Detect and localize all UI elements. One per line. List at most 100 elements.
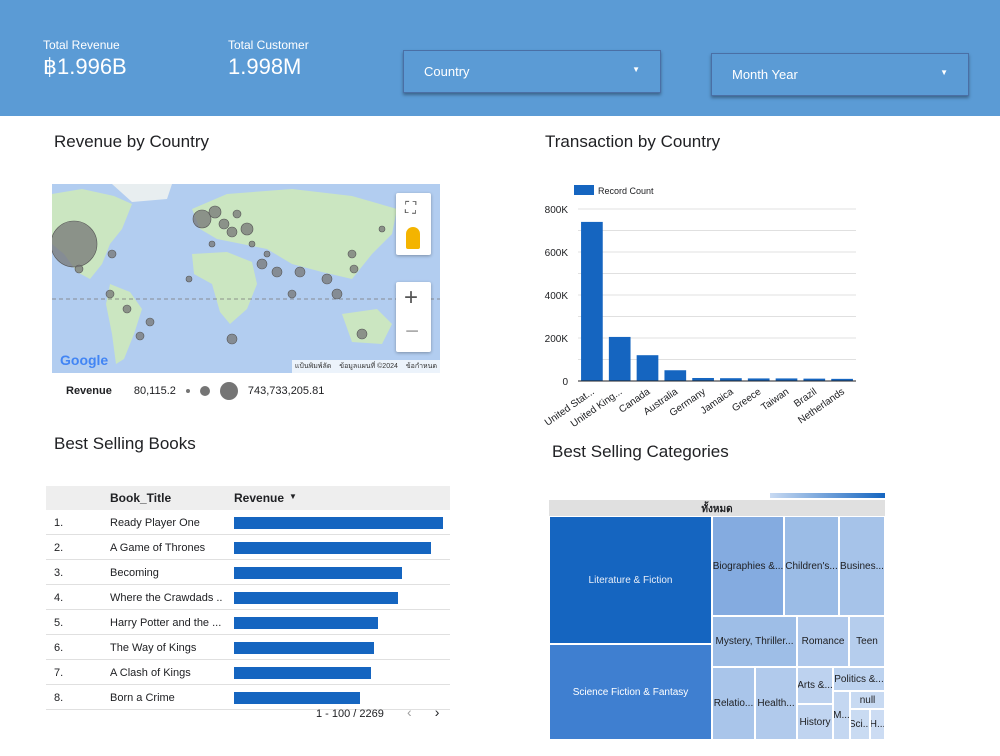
- book-title-cell: Born a Crime: [110, 692, 175, 704]
- revenue-bar: [234, 642, 375, 654]
- legend-swatch: [574, 185, 594, 195]
- zoom-in-icon[interactable]: +: [404, 284, 418, 312]
- table-row[interactable]: 2. A Game of Thrones: [46, 535, 450, 560]
- revenue-by-country-title: Revenue by Country: [54, 132, 209, 151]
- revenue-bar: [234, 567, 402, 579]
- kpi-total-revenue: Total Revenue ฿1.996B: [43, 38, 127, 80]
- treemap-cell[interactable]: Romance: [797, 616, 849, 667]
- row-rank: 4.: [54, 592, 64, 604]
- legend-min: 80,115.2: [133, 385, 176, 397]
- revenue-bar: [234, 592, 398, 604]
- map-fullscreen-streetview-controls[interactable]: ⛶: [396, 193, 431, 255]
- sort-desc-icon[interactable]: ▼: [289, 492, 297, 501]
- map-zoom-controls[interactable]: + −: [396, 282, 431, 352]
- row-rank: 5.: [54, 617, 64, 629]
- bar: [664, 370, 687, 381]
- caret-down-icon: ▼: [940, 68, 948, 77]
- treemap-cell[interactable]: Biographies &...: [712, 516, 784, 616]
- treemap-cell[interactable]: Mystery, Thriller...: [712, 616, 797, 667]
- caret-down-icon: ▼: [632, 65, 640, 74]
- zoom-out-icon[interactable]: −: [405, 318, 419, 346]
- book-title-cell: The Way of Kings: [110, 642, 197, 654]
- legend-mid-dot-icon: [199, 386, 210, 396]
- kpi-label: Total Customer: [228, 38, 309, 52]
- revenue-bar: [234, 692, 361, 704]
- column-header-book-title[interactable]: Book_Title: [110, 491, 171, 505]
- google-logo: Google: [60, 352, 109, 368]
- best-selling-books-title: Best Selling Books: [54, 434, 196, 453]
- treemap-cell[interactable]: Busines...: [839, 516, 885, 616]
- legend-label: Revenue: [66, 385, 112, 397]
- treemap-cell[interactable]: Teen: [849, 616, 885, 667]
- pegman-icon[interactable]: [406, 227, 420, 249]
- revenue-bar: [234, 542, 432, 554]
- prev-page-icon[interactable]: ‹: [407, 704, 412, 720]
- treemap-cell[interactable]: Relatio...: [712, 667, 755, 740]
- country-filter-dropdown[interactable]: Country ▼: [403, 50, 661, 93]
- transaction-bar-chart: 0200K400K600K800KRecord CountUnited Stat…: [543, 185, 856, 430]
- treemap-cell[interactable]: Children's...: [784, 516, 839, 616]
- legend-small-dot-icon: [185, 389, 190, 393]
- book-title-cell: A Game of Thrones: [110, 542, 206, 554]
- dashboard-header: Total Revenue ฿1.996B Total Customer 1.9…: [0, 0, 1000, 116]
- legend-label: Record Count: [598, 186, 654, 196]
- book-title-cell: Where the Crawdads ...: [110, 592, 222, 604]
- dropdown-label: Month Year: [732, 67, 798, 82]
- treemap-cell[interactable]: M...: [833, 691, 850, 740]
- keyboard-shortcuts-link[interactable]: แป้นพิมพ์ลัด: [295, 361, 331, 372]
- map-legend: Revenue 80,115.2 743,733,205.81: [66, 382, 324, 400]
- table-row[interactable]: 4. Where the Crawdads ...: [46, 585, 450, 610]
- revenue-bar: [234, 517, 443, 529]
- table-row[interactable]: 6. The Way of Kings: [46, 635, 450, 660]
- column-header-revenue[interactable]: Revenue: [234, 491, 284, 505]
- map-attribution: แป้นพิมพ์ลัด ข้อมูลแผนที่ ©2024 ข้อกำหนด: [291, 360, 440, 373]
- bar: [636, 355, 659, 381]
- table-row[interactable]: 3. Becoming: [46, 560, 450, 585]
- bar: [581, 221, 603, 381]
- fullscreen-icon[interactable]: ⛶: [405, 200, 416, 218]
- x-tick-label: Taiwan: [759, 386, 791, 413]
- y-tick-label: 0: [562, 377, 568, 388]
- next-page-icon[interactable]: ›: [435, 704, 440, 720]
- treemap-cell[interactable]: Science Fiction & Fantasy: [549, 644, 712, 740]
- legend-max: 743,733,205.81: [247, 385, 325, 397]
- row-rank: 8.: [54, 692, 64, 704]
- treemap-cell[interactable]: Politics &...: [833, 667, 885, 691]
- row-rank: 3.: [54, 567, 64, 579]
- treemap-cell[interactable]: Sci...: [850, 709, 870, 740]
- row-rank: 2.: [54, 542, 64, 554]
- book-title-cell: Ready Player One: [110, 517, 200, 529]
- legend-large-dot-icon: [219, 382, 238, 400]
- categories-treemap[interactable]: ทั้งหมด Literature & Fiction Science Fict…: [549, 500, 885, 740]
- dropdown-label: Country: [424, 64, 470, 79]
- treemap-cell[interactable]: Literature & Fiction: [549, 516, 712, 644]
- transaction-by-country-title: Transaction by Country: [545, 132, 721, 151]
- table-header: Book_Title Revenue ▼: [46, 486, 450, 510]
- y-tick-label: 600K: [545, 248, 569, 259]
- treemap-cell[interactable]: H...: [870, 709, 885, 740]
- treemap-cell[interactable]: History: [797, 704, 833, 740]
- revenue-geo-map[interactable]: ⛶ + − Google แป้นพิมพ์ลัด ข้อมูลแผนที่ ©…: [52, 184, 440, 373]
- books-table: Book_Title Revenue ▼ 1. Ready Player One 2…: [46, 486, 450, 710]
- world-map: [52, 184, 440, 364]
- treemap-cell[interactable]: null: [850, 691, 885, 709]
- table-row[interactable]: 5. Harry Potter and the ...: [46, 610, 450, 635]
- x-tick-label: Greece: [730, 386, 764, 414]
- kpi-value: ฿1.996B: [43, 54, 127, 79]
- row-rank: 6.: [54, 642, 64, 654]
- table-row[interactable]: 1. Ready Player One: [46, 510, 450, 535]
- table-body: 1. Ready Player One 2. A Game of Thrones 3. B…: [46, 510, 450, 710]
- y-tick-label: 400K: [545, 291, 569, 302]
- month-year-filter-dropdown[interactable]: Month Year ▼: [711, 53, 969, 96]
- row-rank: 1.: [54, 517, 64, 529]
- treemap-color-scale: [770, 493, 885, 498]
- best-selling-categories-title: Best Selling Categories: [552, 442, 729, 461]
- treemap-root-header[interactable]: ทั้งหมด: [549, 500, 885, 516]
- y-tick-label: 200K: [545, 334, 569, 345]
- revenue-bar: [234, 617, 378, 629]
- terms-link[interactable]: ข้อกำหนด: [406, 361, 437, 372]
- treemap-cell[interactable]: Health...: [755, 667, 797, 740]
- bar: [608, 336, 631, 381]
- table-row[interactable]: 7. A Clash of Kings: [46, 660, 450, 685]
- treemap-cell[interactable]: Arts &...: [797, 667, 833, 704]
